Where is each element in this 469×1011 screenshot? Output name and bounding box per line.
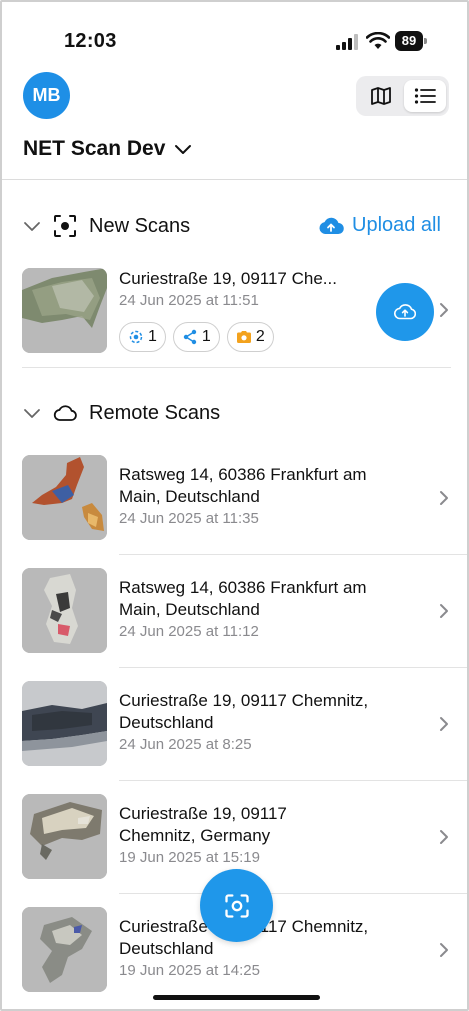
scan-title-line1: Ratsweg 14, 60386 Frankfurt am [119,465,367,484]
chevron-down-icon [175,145,192,154]
home-indicator [153,995,320,1000]
chip-photos: 2 [226,322,274,352]
scan-target-icon [129,330,143,344]
map-icon [371,87,391,105]
row-divider [119,780,467,781]
scan-chips: 1 1 2 [119,322,274,352]
new-scans-header[interactable]: New Scans [23,214,190,238]
chip-scans-count: 1 [148,328,157,345]
scan-title: Curiestraße 19, 09117 Che... [119,269,337,288]
chevron-down-icon [24,222,40,231]
avatar[interactable]: MB [23,72,70,119]
scan-title-line2: Deutschland [119,939,214,958]
status-time: 12:03 [64,30,117,52]
chevron-right-icon [440,943,448,957]
wifi-icon [366,32,390,49]
scan-thumbnail [22,681,107,766]
scan-date: 19 Jun 2025 at 15:19 [119,849,260,866]
upload-all-button[interactable]: Upload all [318,214,441,237]
cloud-icon [53,405,77,421]
chevron-right-icon [440,717,448,731]
chevron-right-icon [440,491,448,505]
scan-date: 19 Jun 2025 at 14:25 [119,962,260,979]
battery-level: 89 [395,31,423,51]
app-screen: 12:03 89 MB NET Scan Dev New Scans Uploa… [0,0,469,1011]
chip-scans: 1 [119,322,166,352]
remote-scan-row[interactable]: Ratsweg 14, 60386 Frankfurt am Main, Deu… [22,568,467,668]
scan-title-line2: Main, Deutschland [119,600,260,619]
scan-thumbnail [22,568,107,653]
chip-connections-count: 1 [201,328,211,345]
header-divider [2,179,467,180]
remote-scan-row[interactable]: Curiestraße 19, 09117 Chemnitz, Deutschl… [22,681,467,781]
scan-title-line1: Curiestraße 19, 09117 [119,804,287,823]
scan-date: 24 Jun 2025 at 11:35 [119,510,259,527]
scan-frame-icon [54,215,76,237]
view-toggle [356,76,449,116]
scan-thumbnail [22,794,107,879]
row-divider [119,893,467,894]
cellular-signal-icon [336,34,358,50]
new-scan-fab[interactable] [200,869,273,942]
scan-title-line2: Chemnitz, Germany [119,826,271,845]
camera-icon [236,331,251,343]
cloud-upload-icon [394,304,416,320]
status-bar: 12:03 89 [2,2,467,66]
section-title-new-scans: New Scans [89,214,191,237]
scan-title-line2: Main, Deutschland [119,487,260,506]
list-view-button[interactable] [404,80,446,112]
chevron-right-icon [440,830,448,844]
scan-title-line1: Ratsweg 14, 60386 Frankfurt am [119,578,367,597]
scan-thumbnail [22,455,107,540]
section-title-remote-scans: Remote Scans [89,401,221,424]
scan-date: 24 Jun 2025 at 11:51 [119,292,259,309]
scan-frame-icon [224,893,249,918]
scan-title-line2: Deutschland [119,713,214,732]
chevron-right-icon [440,604,448,618]
battery-icon: 89 [395,31,427,51]
scan-title-line1: Curiestraße 19, 09117 Chemnitz, [119,691,369,710]
scan-date: 24 Jun 2025 at 8:25 [119,736,252,753]
upload-scan-button[interactable] [376,283,434,341]
remote-scans-header[interactable]: Remote Scans [23,401,220,425]
cloud-upload-icon [319,217,344,234]
row-divider [22,367,451,368]
project-title: NET Scan Dev [23,137,166,160]
share-nodes-icon [183,329,197,345]
upload-all-label: Upload all [352,214,441,236]
row-divider [119,667,467,668]
map-view-button[interactable] [360,80,402,112]
chevron-down-icon [24,409,40,418]
chip-photos-count: 2 [255,328,265,345]
scan-thumbnail [22,268,107,353]
chip-connections: 1 [172,322,220,352]
list-icon [414,88,436,104]
row-divider [119,554,467,555]
chevron-right-icon [440,303,448,317]
project-selector[interactable]: NET Scan Dev [23,137,193,161]
scan-thumbnail [22,907,107,992]
remote-scan-row[interactable]: Ratsweg 14, 60386 Frankfurt am Main, Deu… [22,455,467,555]
scan-date: 24 Jun 2025 at 11:12 [119,623,259,640]
